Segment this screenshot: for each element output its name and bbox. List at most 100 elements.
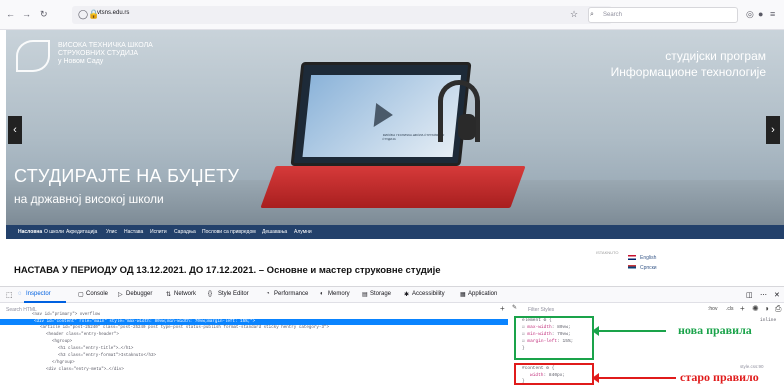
language-serbian[interactable]: Српски <box>640 265 657 271</box>
old-rule-arrow <box>592 373 676 383</box>
bookmark-star-icon[interactable]: ☆ <box>570 9 578 19</box>
slider-prev-icon[interactable]: ‹ <box>8 116 22 144</box>
featured-badge: ISTAKNUTO <box>596 250 619 255</box>
menu-item-exams[interactable]: Испити <box>150 229 167 235</box>
more-options-icon[interactable]: ⋯ <box>760 291 767 299</box>
tab-style-editor[interactable]: Style Editor <box>218 291 249 297</box>
flag-sr-icon <box>628 265 636 270</box>
program-line1: студијски програм <box>665 49 766 63</box>
laptop-base <box>260 166 526 208</box>
tab-debugger[interactable]: Debugger <box>126 291 152 297</box>
network-icon: ⇅ <box>166 292 172 298</box>
active-tab-indicator <box>24 301 66 303</box>
filter-styles-input[interactable]: Filter Styles <box>528 307 554 313</box>
school-name-line2: СТРУКОВНИХ СТУДИЈА <box>58 50 139 57</box>
class-toggle-icon[interactable]: .cls <box>726 306 734 312</box>
old-rule-label: старо правило <box>680 370 759 384</box>
back-icon[interactable]: ← <box>6 9 15 19</box>
code-line[interactable]: <h3 class="entry-format">Istaknuto</h3> <box>58 354 156 358</box>
old-rule-highlight <box>514 363 594 385</box>
style-editor-icon: {} <box>208 291 213 297</box>
menu-item-accreditation[interactable]: Акредитација <box>66 229 97 235</box>
code-line[interactable]: </hgroup> <box>52 361 75 365</box>
add-rule-icon[interactable]: + <box>740 304 745 313</box>
menu-item-home[interactable]: Насловна <box>18 229 42 235</box>
print-icon[interactable]: ⎙ <box>775 304 781 314</box>
menu-item-enrollment[interactable]: Упис <box>106 229 117 235</box>
browser-toolbar: ← → ↻ ◯ 🔒 vtsns.edu.rs ☆ Search ⌕ ◎ ● ≡ <box>0 0 784 30</box>
menu-item-alumni[interactable]: Алумни <box>294 229 312 235</box>
tab-memory[interactable]: Memory <box>328 291 350 297</box>
menu-icon[interactable]: ≡ <box>770 9 775 19</box>
search-input[interactable]: Search <box>588 7 738 23</box>
url-bar[interactable] <box>72 6 612 24</box>
selected-code-line[interactable]: <div id="content" role="main" style="max… <box>0 319 508 325</box>
new-rules-arrow <box>592 326 666 336</box>
search-icon: ⌕ <box>590 11 594 18</box>
dock-icon[interactable]: ◫ <box>746 291 753 299</box>
shield-icon[interactable]: ◯ <box>78 9 88 19</box>
program-line2: Информационе технологије <box>610 65 766 79</box>
menu-item-cooperation[interactable]: Сарадња <box>174 229 196 235</box>
language-english[interactable]: English <box>640 255 656 261</box>
headphone-cup <box>458 114 476 140</box>
code-line[interactable]: <h1 class="entry-title">…</h1> <box>58 347 133 351</box>
performance-icon: ◔ <box>266 291 270 297</box>
storage-icon: ▤ <box>362 292 368 298</box>
menu-item-about[interactable]: О школи <box>44 229 64 235</box>
accessibility-icon: ✱ <box>404 292 410 298</box>
url-text[interactable]: vtsns.edu.rs <box>97 10 129 16</box>
school-logo-icon <box>16 40 50 72</box>
search-placeholder: Search <box>603 12 623 18</box>
code-line[interactable]: <nav id="primary"> overflow <box>32 313 100 317</box>
reload-icon[interactable]: ↻ <box>40 9 48 19</box>
content-area <box>6 239 784 286</box>
pick-element-icon[interactable]: ⬚ <box>6 291 13 299</box>
tab-accessibility[interactable]: Accessibility <box>412 291 445 297</box>
code-line[interactable]: <hgroup> <box>52 340 72 344</box>
slogan-subheading: на државној високој школи <box>14 192 164 206</box>
devtools-tabs: ⬚ ◌ Inspector ▢ Console ▷ Debugger ⇅ Net… <box>0 287 784 303</box>
code-line[interactable]: <div class="entry-meta">…</div> <box>46 368 124 372</box>
code-line[interactable]: <article id="post-25240" class="post-252… <box>40 326 329 330</box>
main-menu: Насловна О школи Акредитација Упис Наста… <box>6 225 784 239</box>
play-icon <box>373 103 395 127</box>
eyedropper-icon[interactable]: ✎ <box>512 304 517 311</box>
inline-source[interactable]: inline <box>760 318 776 323</box>
tab-performance[interactable]: Performance <box>274 291 308 297</box>
tab-console[interactable]: Console <box>86 291 108 297</box>
style-file-link[interactable]: style.css:90 <box>740 364 764 369</box>
add-node-icon[interactable]: + <box>500 304 505 313</box>
school-name-line3: у Новом Саду <box>58 58 104 65</box>
close-icon[interactable]: ✕ <box>774 291 780 299</box>
hover-state-icon[interactable]: :hov <box>708 306 717 312</box>
code-line[interactable]: <header class="entry-header"> <box>46 333 119 337</box>
school-name-line1: ВИСОКА ТЕХНИЧКА ШКОЛА <box>58 42 153 49</box>
inspector-icon: ◌ <box>18 291 22 297</box>
tab-storage[interactable]: Storage <box>370 291 391 297</box>
post-title[interactable]: НАСТАВА У ПЕРИОДУ ОД 13.12.2021. ДО 17.1… <box>14 265 441 276</box>
new-rules-highlight <box>514 316 594 360</box>
menu-item-business[interactable]: Послови са привредом <box>202 229 256 235</box>
memory-icon: ◐ <box>320 291 324 297</box>
console-icon: ▢ <box>78 292 84 298</box>
light-theme-icon[interactable]: ✺ <box>752 304 759 313</box>
tab-network[interactable]: Network <box>174 291 196 297</box>
screenshot-root: ← → ↻ ◯ 🔒 vtsns.edu.rs ☆ Search ⌕ ◎ ● ≡ … <box>0 0 784 385</box>
extension-icon[interactable]: ◎ <box>746 9 754 19</box>
account-icon[interactable]: ● <box>758 9 763 19</box>
dark-theme-icon[interactable]: ◑ <box>764 304 769 313</box>
tab-inspector[interactable]: Inspector <box>26 291 51 297</box>
menu-item-teaching[interactable]: Настава <box>124 229 143 235</box>
school-name: ВИСОКА ТЕХНИЧКА ШКОЛА СТРУКОВНИХ СТУДИЈА… <box>58 42 153 66</box>
debugger-icon: ▷ <box>118 292 123 298</box>
program-caption: студијски програм Информационе технологи… <box>611 48 766 80</box>
slider-next-icon[interactable]: › <box>766 116 780 144</box>
forward-icon[interactable]: → <box>22 9 31 19</box>
tab-application[interactable]: Application <box>468 291 497 297</box>
hero-banner: ВИСОКА ТЕХНИЧКА ШКОЛА СТРУКОВНИХ СТУДИЈА… <box>6 30 784 225</box>
slogan-heading: СТУДИРАЈТЕ НА БУЏЕТУ <box>14 166 240 186</box>
flag-en-icon <box>628 255 636 260</box>
application-icon: ▦ <box>460 292 466 298</box>
menu-item-events[interactable]: Дешавања <box>262 229 287 235</box>
